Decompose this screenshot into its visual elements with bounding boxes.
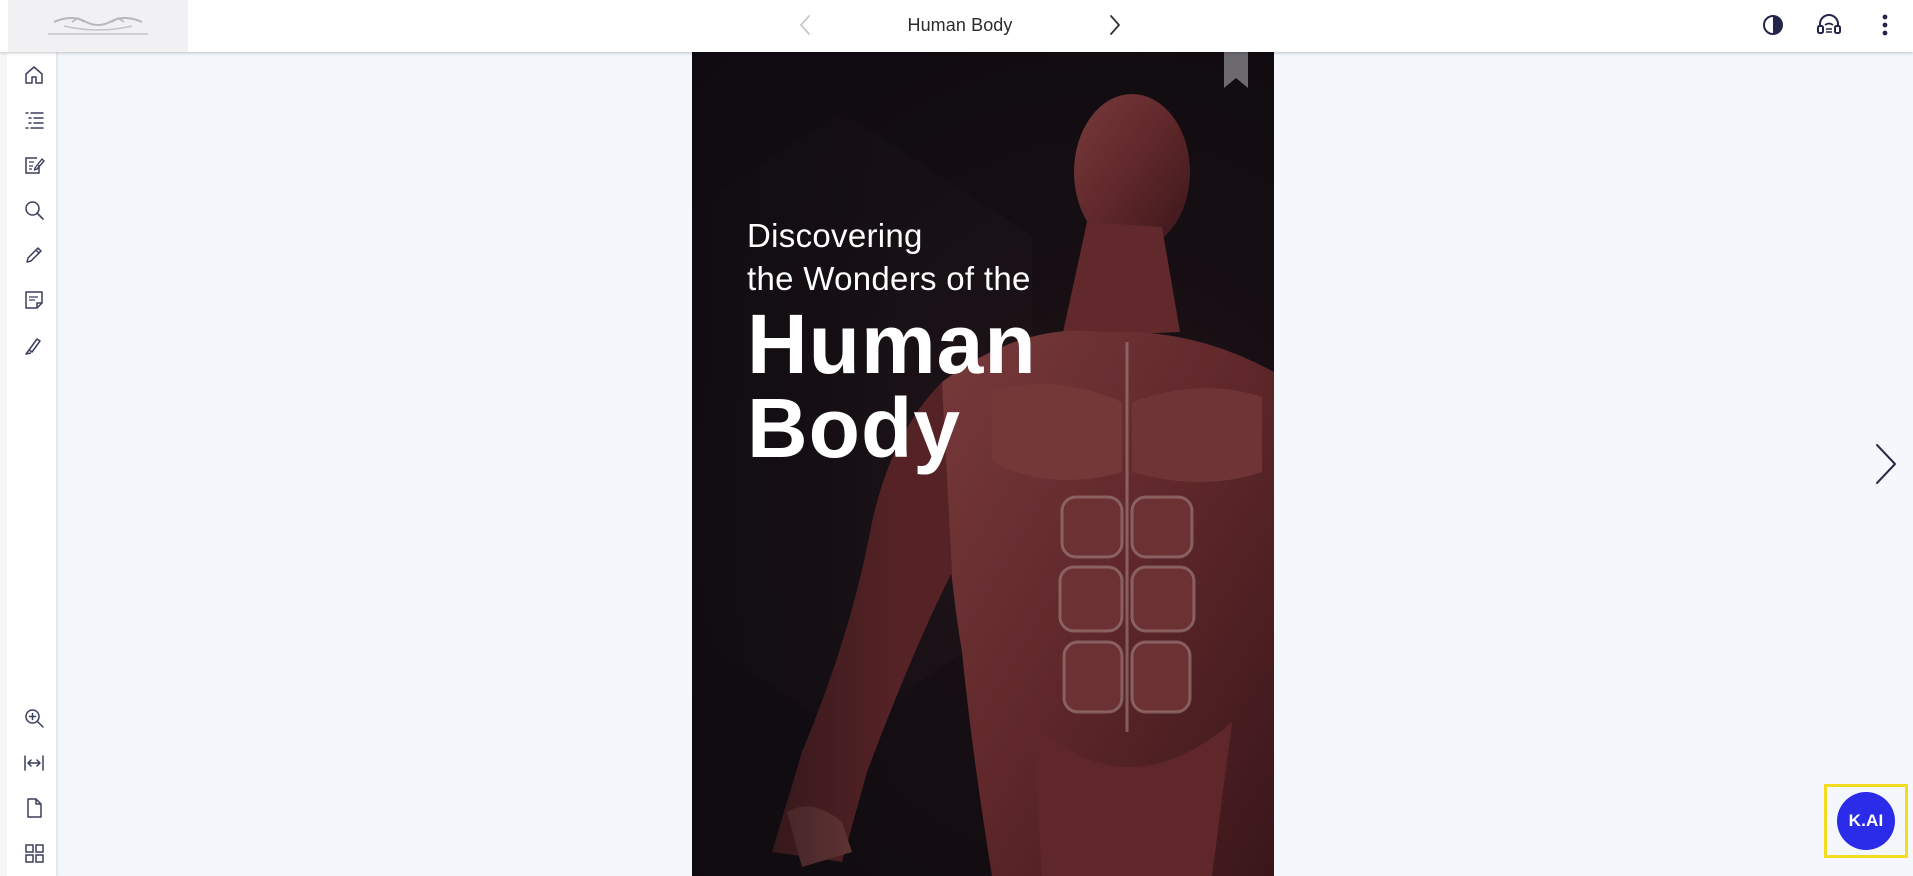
bookmark-icon[interactable] xyxy=(1222,52,1250,90)
contrast-icon xyxy=(1763,15,1783,35)
zoom-in-icon xyxy=(25,709,44,728)
sidebar-contents-button[interactable] xyxy=(14,100,54,140)
sidebar-notes-button[interactable] xyxy=(14,280,54,320)
chevron-left-icon xyxy=(800,15,810,35)
sidebar-zoom-in-button[interactable] xyxy=(14,698,54,738)
next-page-button[interactable] xyxy=(1868,440,1904,488)
sidebar-single-page-button[interactable] xyxy=(14,788,54,828)
sidebar-home-button[interactable] xyxy=(14,55,54,95)
sidebar-search-button[interactable] xyxy=(14,190,54,230)
chevron-right-icon xyxy=(1876,444,1896,484)
sidebar-grid-view-button[interactable] xyxy=(14,833,54,873)
cover-line-discovering: Discovering xyxy=(747,217,923,254)
sidebar-notebook-button[interactable] xyxy=(14,145,54,185)
notes-icon xyxy=(25,291,43,309)
kai-assistant-button[interactable]: K.AI xyxy=(1837,792,1895,850)
home-icon xyxy=(25,66,43,84)
sidebar-pencil-button[interactable] xyxy=(14,235,54,275)
top-toolbar: Human Body xyxy=(0,0,1913,52)
next-chapter-button[interactable] xyxy=(1100,10,1130,40)
read-aloud-button[interactable] xyxy=(1801,0,1857,50)
contrast-button[interactable] xyxy=(1745,0,1801,50)
left-sidebar xyxy=(0,52,56,876)
sidebar-highlighter-button[interactable] xyxy=(14,325,54,365)
notebook-edit-icon xyxy=(25,157,45,174)
reader-headphones-icon xyxy=(1817,14,1841,34)
single-page-icon xyxy=(27,798,42,818)
top-right-actions xyxy=(1745,0,1913,50)
cover-line-body: Body xyxy=(747,381,961,475)
table-of-contents-icon xyxy=(25,112,44,129)
grid-view-icon xyxy=(25,844,44,863)
cover-line-human: Human xyxy=(747,297,1037,391)
previous-chapter-button[interactable] xyxy=(790,10,820,40)
pencil-icon xyxy=(26,247,42,263)
book-cover-page[interactable]: Discovering the Wonders of the Human Bod… xyxy=(692,52,1274,876)
kai-highlight-frame: K.AI xyxy=(1824,784,1908,858)
more-vertical-icon xyxy=(1882,14,1888,36)
highlighter-icon xyxy=(25,338,41,355)
publisher-logo[interactable] xyxy=(8,0,188,52)
logo-icon xyxy=(48,17,148,35)
book-title: Human Body xyxy=(907,14,1013,35)
cover-title: Discovering the Wonders of the Human Bod… xyxy=(747,214,1037,470)
chevron-right-icon xyxy=(1110,15,1120,35)
sidebar-fit-width-button[interactable] xyxy=(14,743,54,783)
fit-width-icon xyxy=(24,755,44,771)
search-icon xyxy=(25,201,44,220)
page-navigation: Human Body xyxy=(790,0,1130,50)
more-options-button[interactable] xyxy=(1857,0,1913,50)
cover-line-wonders: the Wonders of the xyxy=(747,260,1031,297)
